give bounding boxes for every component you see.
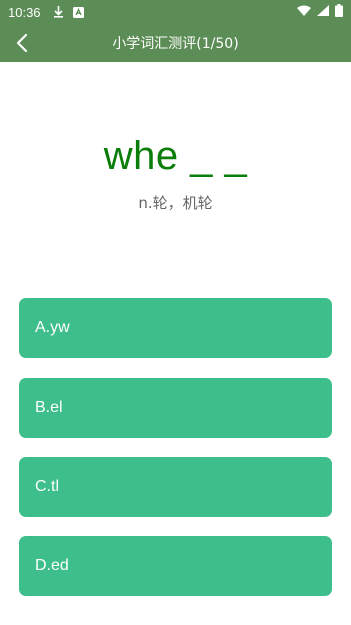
signal-icon <box>317 4 329 20</box>
status-right-icons <box>297 3 343 21</box>
option-label: C.tl <box>35 478 59 495</box>
battery-icon <box>335 3 343 21</box>
status-bar: 10:36 <box>0 0 351 24</box>
option-c-button[interactable]: C.tl <box>19 457 332 517</box>
chevron-left-icon <box>16 34 28 52</box>
page-title: 小学词汇测评(1/50) <box>112 36 239 52</box>
question-meaning: n.轮，机轮 <box>138 194 213 212</box>
option-label: B.el <box>35 399 63 416</box>
app-bar: 小学词汇测评(1/50) <box>0 24 351 62</box>
status-time: 10:36 <box>8 4 41 20</box>
question-word: whe _ _ <box>103 134 248 178</box>
option-label: A.yw <box>35 319 70 336</box>
wifi-icon <box>297 5 311 20</box>
option-a-button[interactable]: A.yw <box>19 298 332 358</box>
option-b-button[interactable]: B.el <box>19 378 332 438</box>
option-d-button[interactable]: D.ed <box>19 536 332 596</box>
option-label: D.ed <box>35 557 69 574</box>
notification-icon <box>73 6 85 18</box>
download-icon <box>53 6 65 18</box>
back-button[interactable] <box>10 30 34 56</box>
